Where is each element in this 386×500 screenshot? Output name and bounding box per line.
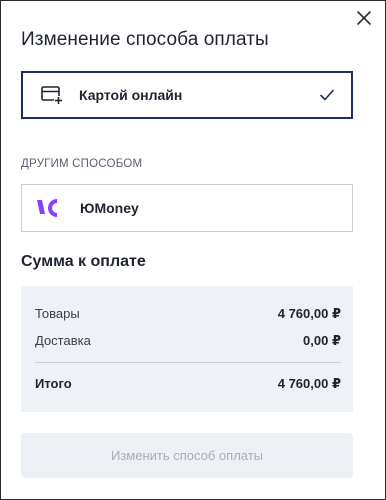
summary-total-label: Итого [35,376,72,391]
close-icon[interactable] [355,9,373,27]
summary-row-total: Итого 4 760,00 ₽ [35,376,341,392]
payment-option-yumoney[interactable]: ЮMoney [21,184,353,232]
summary-row-value: 0,00 ₽ [303,333,341,348]
summary-row-label: Товары [35,306,80,321]
summary-title: Сумма к оплате [21,253,146,270]
check-icon [319,87,335,103]
summary-divider [35,362,341,363]
summary-row-value: 4 760,00 ₽ [277,306,341,321]
change-payment-button[interactable]: Изменить способ оплаты [21,433,353,478]
yumoney-logo-icon [36,197,66,219]
card-add-icon [41,84,63,106]
payment-option-label: ЮMoney [80,200,139,216]
summary-row-goods: Товары 4 760,00 ₽ [35,306,341,322]
summary-row-delivery: Доставка 0,00 ₽ [35,333,341,349]
summary-row-label: Доставка [35,333,91,348]
payment-option-card-online[interactable]: Картой онлайн [21,71,353,119]
payment-option-label: Картой онлайн [79,87,183,103]
change-payment-modal: Изменение способа оплаты Картой онлайн Д… [0,0,386,500]
modal-title: Изменение способа оплаты [21,29,269,50]
other-methods-label: ДРУГИМ СПОСОБОМ [21,158,143,170]
order-summary: Товары 4 760,00 ₽ Доставка 0,00 ₽ Итого … [21,286,353,412]
summary-total-value: 4 760,00 ₽ [277,376,341,391]
